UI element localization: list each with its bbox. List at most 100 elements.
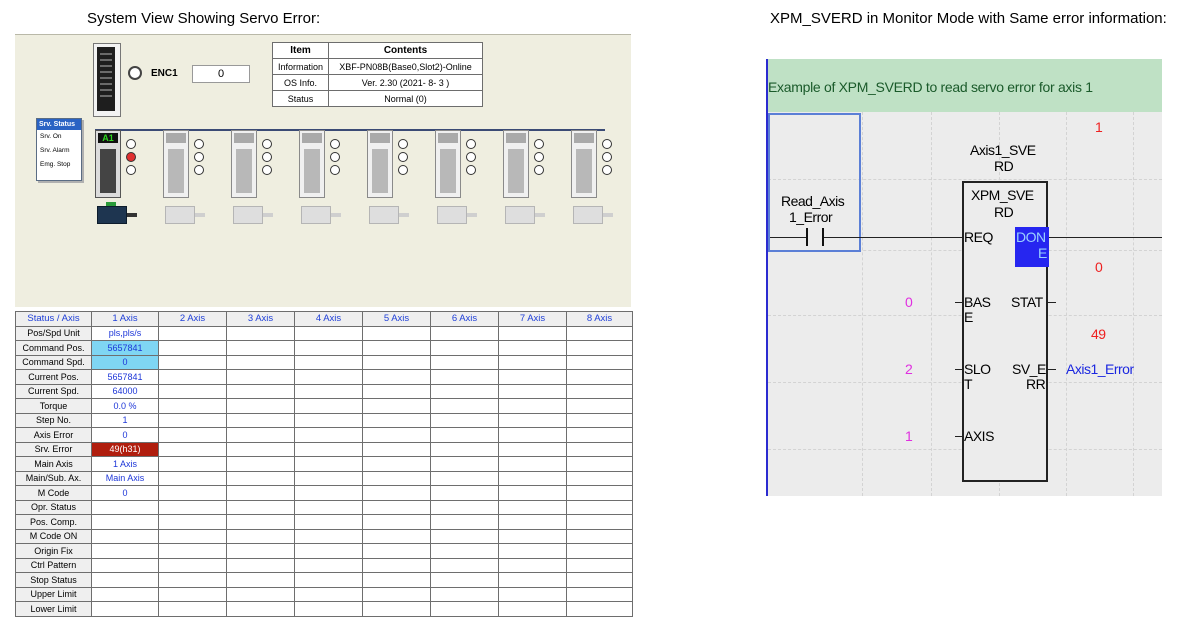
axis-column-header: 1 Axis (91, 311, 159, 327)
axis-value-cell (430, 456, 499, 472)
axis-column-header: 7 Axis (498, 311, 567, 327)
axis-value-cell (566, 369, 633, 385)
stat-value: 0 (1095, 259, 1103, 275)
table-row: Srv. Error 49(h31) (15, 441, 633, 457)
table-row: Step No. 1 (15, 412, 633, 428)
axis-value-cell (362, 557, 431, 573)
axis-value-cell (430, 485, 499, 501)
table-row: Upper Limit (15, 586, 633, 602)
axis-value-cell (498, 499, 567, 515)
servo-motor-icon (573, 202, 613, 226)
axis-column-header: 2 Axis (158, 311, 227, 327)
servo-alarm-lamp-icon (330, 152, 340, 162)
axis1-value (91, 601, 159, 617)
instance-name-line2: RD (994, 158, 1014, 174)
axis-value-cell (362, 340, 431, 356)
axis-value-cell (498, 572, 567, 588)
fb-input-base-line1: BAS (964, 294, 991, 310)
emg-stop-lamp-icon (330, 165, 340, 175)
axis-value-cell (294, 485, 363, 501)
servo-drive-axis8[interactable] (571, 130, 597, 198)
status-label: M Code ON (15, 528, 92, 544)
servo-drive-axis5[interactable] (367, 130, 393, 198)
axis-value-cell (294, 601, 363, 617)
encoder-indicator-icon (128, 66, 142, 80)
axis-value-cell (498, 586, 567, 602)
info-row-key: Information (272, 58, 329, 75)
fb-output-sverr-line2: RR (1026, 376, 1046, 392)
axis-value-cell (158, 543, 227, 559)
axis-value-cell (498, 485, 567, 501)
axis1-value (91, 586, 159, 602)
status-label: Srv. Error (15, 441, 92, 457)
axis-value-cell (226, 340, 295, 356)
emg-stop-lamp-icon (466, 165, 476, 175)
servo-drive-axis3[interactable] (231, 130, 257, 198)
axis-value-cell (498, 514, 567, 530)
axis1-value: 5657841 (91, 369, 159, 385)
axis-value-cell (294, 514, 363, 530)
status-label: Opr. Status (15, 499, 92, 515)
table-row: Torque 0.0 % (15, 398, 633, 414)
axis-value-cell (362, 514, 431, 530)
axis-value-cell (362, 485, 431, 501)
axis-value-cell (498, 427, 567, 443)
servo-drive-axis7[interactable] (503, 130, 529, 198)
axis-value-cell (294, 557, 363, 573)
servo-motor-icon (233, 202, 273, 226)
axis-value-cell (158, 354, 227, 370)
status-label: Pos/Spd Unit (15, 325, 92, 341)
servo-drive-axis1[interactable]: A1 (95, 130, 121, 198)
axis-value-cell (226, 441, 295, 457)
axis-value-cell (362, 470, 431, 486)
info-row-key: OS Info. (272, 74, 329, 91)
axis-value-cell (294, 456, 363, 472)
servo-drive-axis2[interactable] (163, 130, 189, 198)
table-row: Pos/Spd Unit pls,pls/s (15, 325, 633, 341)
axis-value-cell (498, 543, 567, 559)
axis-value-cell (226, 572, 295, 588)
servo-motor-axis1-icon (97, 202, 137, 226)
axis-value-cell (430, 398, 499, 414)
axis-value-cell (362, 601, 431, 617)
info-row-value: Ver. 2.30 (2021- 8- 3 ) (328, 74, 483, 91)
axis-value-cell (430, 572, 499, 588)
axis-column-header: 6 Axis (430, 311, 499, 327)
axis-value-cell (226, 528, 295, 544)
axis-value-cell (566, 412, 633, 428)
axis-value-cell (566, 354, 633, 370)
servo-status-item: Srv. Alarm (40, 147, 70, 154)
servo-alarm-lamp-icon (126, 152, 136, 162)
rung-comment-text: Example of XPM_SVERD to read servo error… (768, 79, 1093, 95)
axis-value-cell (226, 586, 295, 602)
axis-value-cell (430, 586, 499, 602)
axis-value-cell (294, 412, 363, 428)
axis-value-cell (294, 586, 363, 602)
selection-cursor[interactable] (768, 113, 861, 252)
axis-value-cell (566, 499, 633, 515)
servo-drive-axis4[interactable] (299, 130, 325, 198)
axis-value-cell (158, 412, 227, 428)
table-row: Current Spd. 64000 (15, 383, 633, 399)
servo-alarm-lamp-icon (466, 152, 476, 162)
contact-label-line1: Read_Axis (781, 193, 845, 209)
table-row: Current Pos. 5657841 (15, 369, 633, 385)
axis1-value (91, 557, 159, 573)
table-row: Origin Fix (15, 543, 633, 559)
axis-value-cell (566, 557, 633, 573)
axis-value-cell (566, 470, 633, 486)
axis-value-cell (158, 456, 227, 472)
axis-column-header: 8 Axis (566, 311, 633, 327)
servo-motor-icon (437, 202, 477, 226)
axis-value-cell (498, 557, 567, 573)
axis-value-cell (362, 383, 431, 399)
servo-drive-axis6[interactable] (435, 130, 461, 198)
axis-value-cell (226, 499, 295, 515)
axis-value-cell (430, 412, 499, 428)
table-row: Lower Limit (15, 601, 633, 617)
sverr-value: 49 (1091, 326, 1106, 342)
table-row: Ctrl Pattern (15, 557, 633, 573)
axis-value-cell (294, 427, 363, 443)
cpu-module[interactable] (93, 43, 121, 117)
table-row: Command Pos. 5657841 (15, 340, 633, 356)
